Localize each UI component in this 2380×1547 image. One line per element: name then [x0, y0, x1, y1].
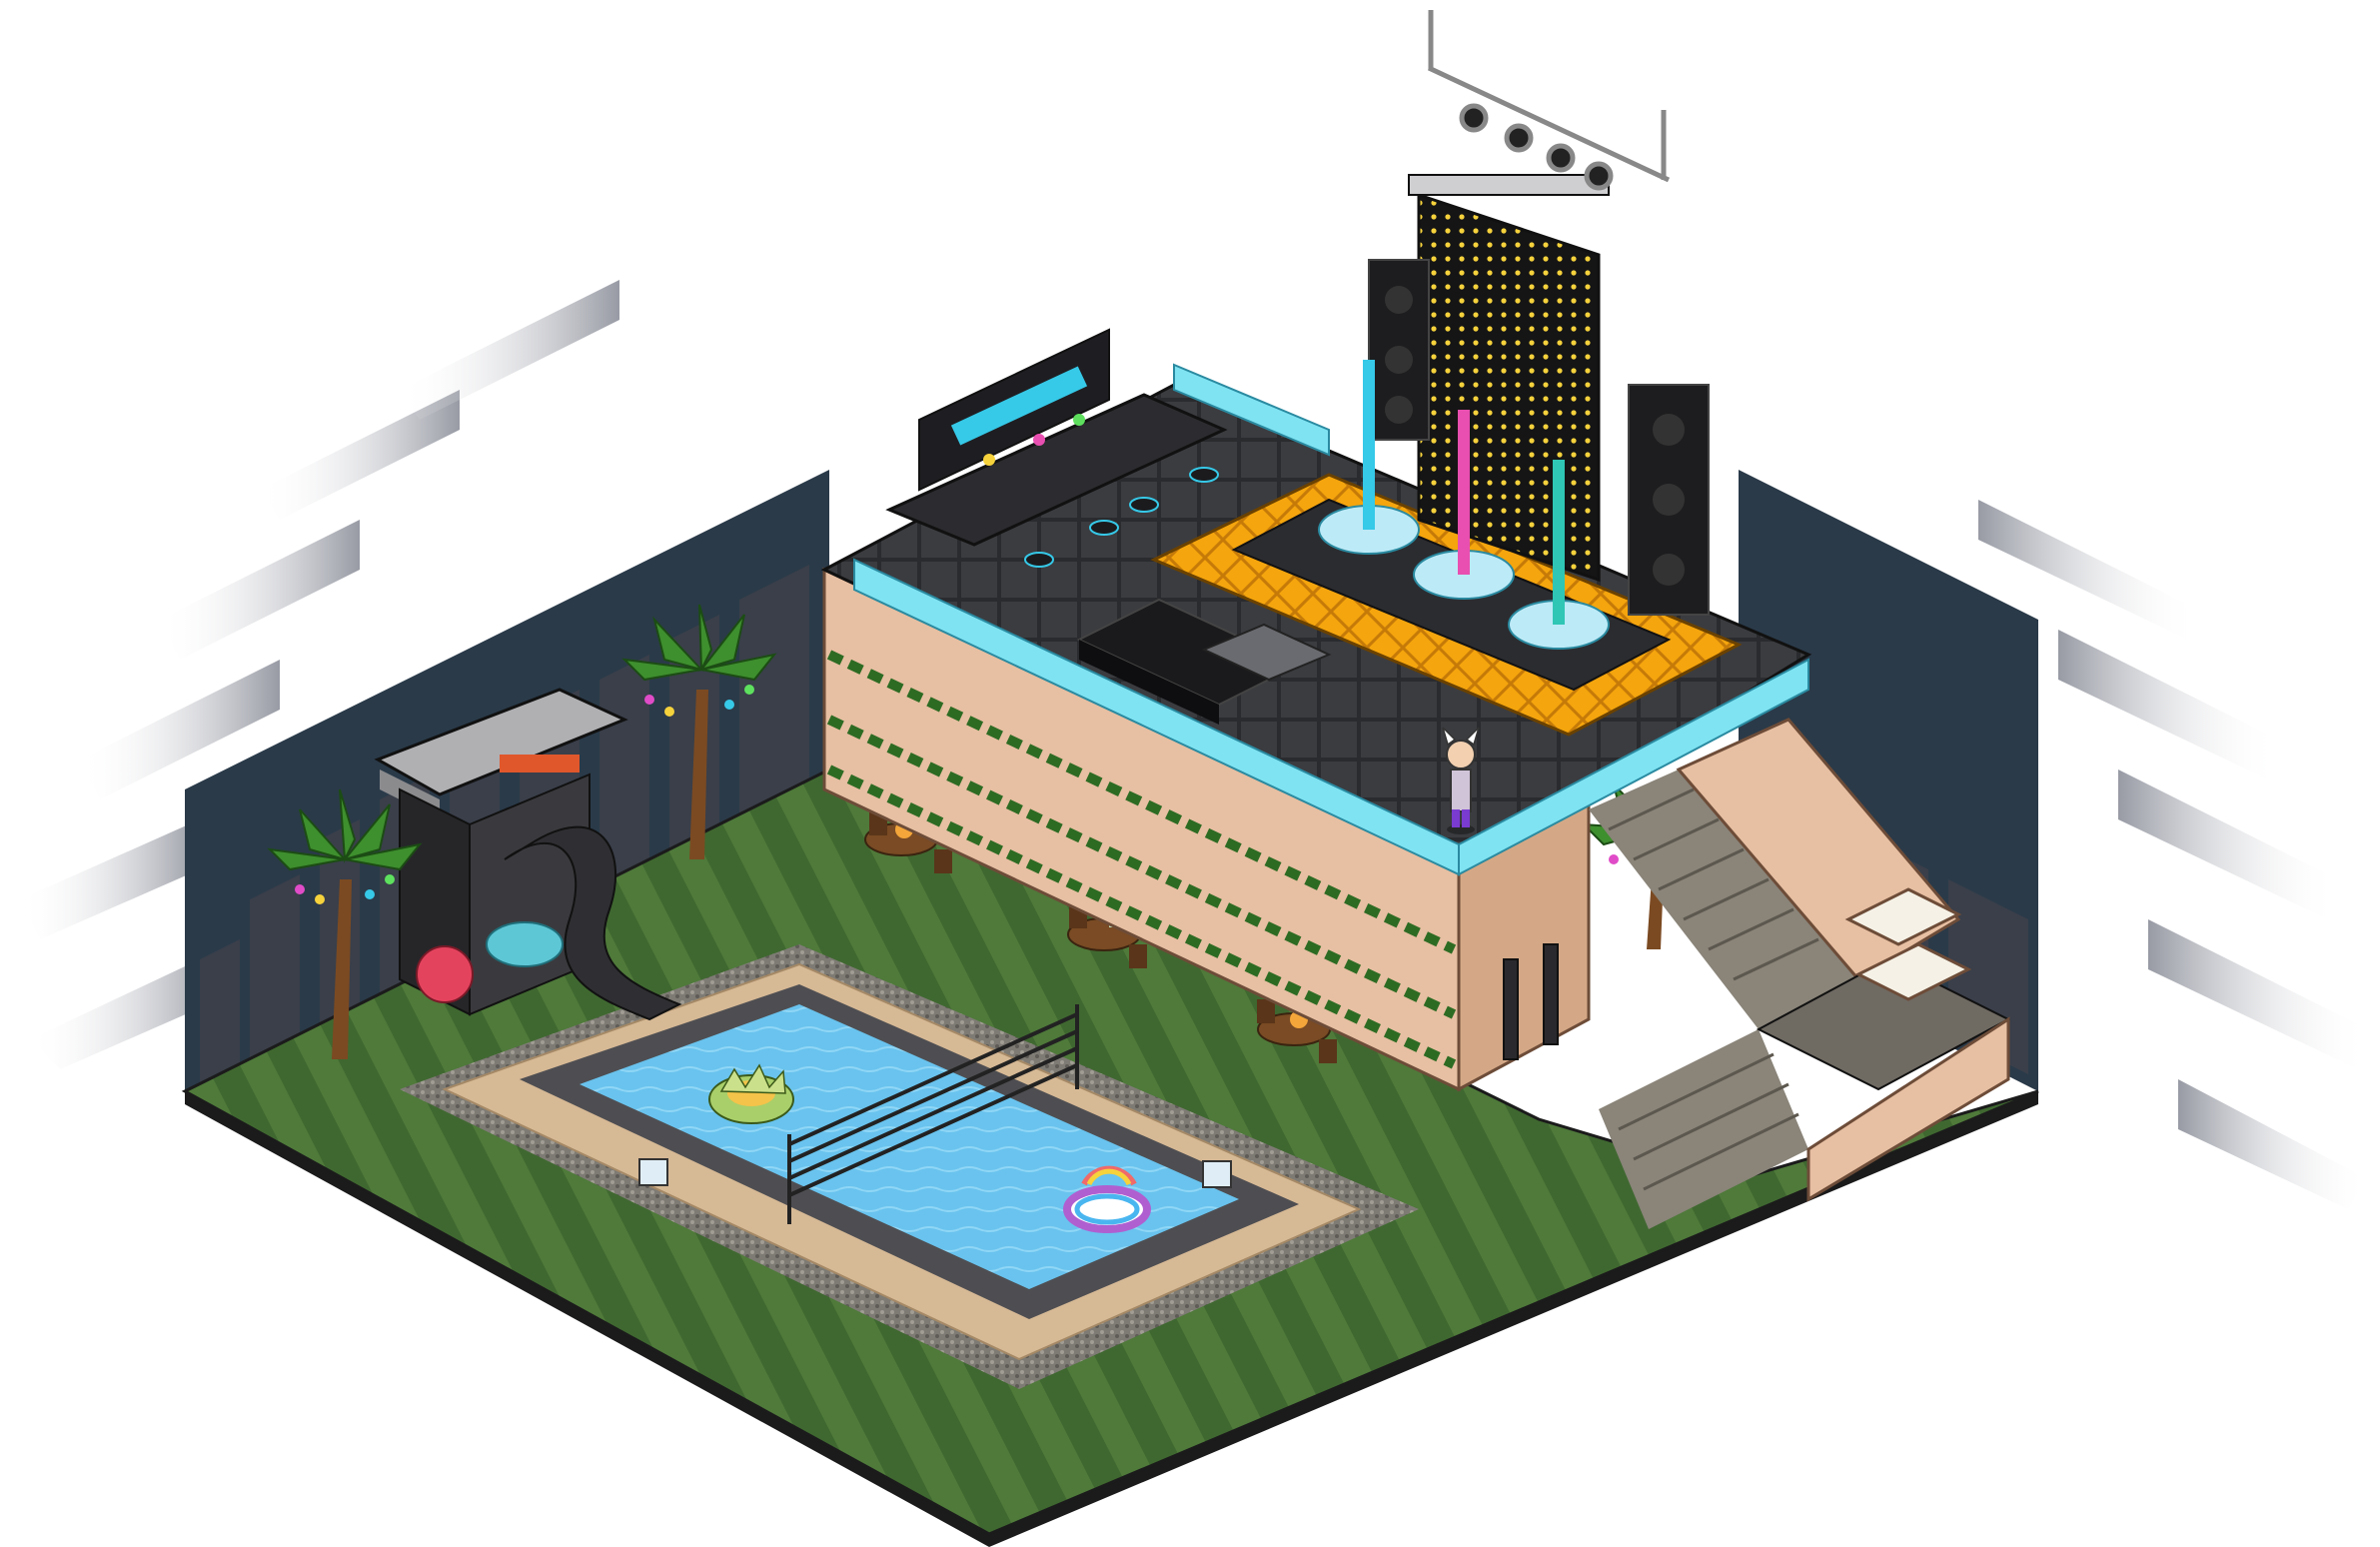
inflatable-ring[interactable]	[486, 921, 564, 967]
pool-ladder-right[interactable]	[1202, 1160, 1232, 1188]
led-wall[interactable]	[1408, 174, 1610, 583]
game-room-scene	[20, 10, 2368, 1547]
inflatable-ball[interactable]	[416, 945, 474, 1003]
pool-ladder-left[interactable]	[638, 1158, 668, 1186]
speaker-stack-left[interactable]	[1368, 259, 1430, 441]
stage-light-rig[interactable]	[1427, 10, 1671, 191]
speaker-stack-right[interactable]	[1628, 384, 1710, 616]
